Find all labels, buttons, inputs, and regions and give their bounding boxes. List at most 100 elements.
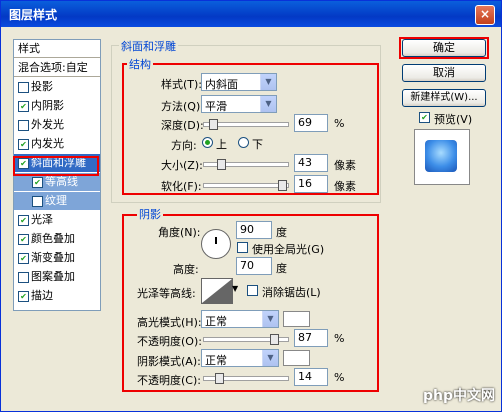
chevron-down-icon: ▼ — [260, 96, 276, 112]
direction-down-label: 下 — [252, 138, 263, 151]
style-list-item[interactable]: ✔ 渐变叠加 — [14, 249, 100, 267]
direction-label: 方向: — [171, 139, 197, 152]
style-enable-checkbox[interactable]: ✔ — [32, 177, 43, 188]
close-button[interactable]: × — [475, 5, 495, 25]
direction-down-radio[interactable] — [238, 137, 249, 148]
size-input[interactable]: 43 — [294, 154, 328, 172]
contour-curve-icon — [202, 279, 232, 303]
style-enable-checkbox[interactable] — [18, 120, 29, 131]
style-enable-checkbox[interactable]: ✔ — [18, 234, 29, 245]
soften-slider[interactable] — [203, 180, 289, 191]
direction-up-radio[interactable] — [202, 137, 213, 148]
depth-slider[interactable] — [203, 119, 289, 130]
method-select-value: 平滑 — [205, 100, 227, 113]
shadow-color-swatch[interactable] — [283, 350, 310, 366]
soften-label: 软化(F): — [161, 180, 202, 193]
style-list-item-label: 外发光 — [31, 118, 64, 131]
style-list-item[interactable]: 外发光 — [14, 116, 100, 134]
antialias-checkbox[interactable] — [247, 285, 258, 296]
style-list-item[interactable]: ✔ 颜色叠加 — [14, 230, 100, 248]
style-list-item[interactable]: ✔ 内发光 — [14, 135, 100, 153]
style-enable-checkbox[interactable] — [18, 272, 29, 283]
soften-slider-thumb[interactable] — [278, 180, 287, 191]
style-list-item-label: 渐变叠加 — [31, 251, 75, 264]
bevel-group-title: 斜面和浮雕 — [119, 38, 178, 54]
style-enable-checkbox[interactable]: ✔ — [18, 215, 29, 226]
global-light-checkbox[interactable] — [237, 242, 248, 253]
blending-options-item[interactable]: 混合选项:自定 — [14, 59, 100, 77]
ok-button[interactable]: 确定 — [402, 39, 486, 57]
style-list-item-label: 图案叠加 — [31, 270, 75, 283]
highlight-mode-value: 正常 — [205, 315, 227, 328]
preview-checkbox[interactable]: ✔ — [419, 112, 430, 123]
style-list-item-label: 描边 — [31, 289, 53, 302]
depth-unit: % — [334, 117, 345, 130]
method-label: 方法(Q): — [161, 100, 204, 113]
altitude-input[interactable]: 70 — [236, 257, 272, 275]
chevron-down-icon: ▼ — [260, 74, 276, 90]
style-enable-checkbox[interactable] — [18, 82, 29, 93]
soften-unit: 像素 — [334, 180, 356, 193]
shadow-opacity-unit: % — [334, 371, 345, 384]
style-list-item[interactable]: 投影 — [14, 78, 100, 96]
style-list-item[interactable]: ✔ 描边 — [14, 287, 100, 305]
chevron-down-icon: ▼ — [262, 311, 278, 327]
depth-label: 深度(D): — [161, 119, 204, 132]
highlight-mode-select[interactable]: 正常 ▼ — [201, 310, 279, 328]
styles-header[interactable]: 样式 — [14, 40, 100, 58]
selected-item-highlight — [13, 156, 99, 176]
antialias-label: 消除锯齿(L) — [262, 286, 321, 299]
size-slider-thumb[interactable] — [217, 159, 226, 170]
style-list-item-label: 内阴影 — [31, 99, 64, 112]
style-list-item-label: 纹理 — [45, 194, 67, 207]
style-list-item-label: 内发光 — [31, 137, 64, 150]
style-list-item[interactable]: ✔ 内阴影 — [14, 97, 100, 115]
new-style-button[interactable]: 新建样式(W)... — [402, 89, 486, 107]
soften-input[interactable]: 16 — [294, 175, 328, 193]
shadow-opacity-input[interactable]: 14 — [294, 368, 328, 386]
altitude-unit: 度 — [276, 262, 287, 275]
shadow-mode-label: 阴影模式(A): — [137, 355, 201, 368]
size-label: 大小(Z): — [161, 159, 203, 172]
gloss-contour-preview[interactable] — [201, 278, 233, 304]
highlight-color-swatch[interactable] — [283, 311, 310, 327]
highlight-opacity-input[interactable]: 87 — [294, 329, 328, 347]
title-bar: 图层样式 × — [1, 1, 501, 27]
shadow-mode-select[interactable]: 正常 ▼ — [201, 349, 279, 367]
size-slider[interactable] — [203, 159, 289, 170]
style-list-item[interactable]: 图案叠加 — [14, 268, 100, 286]
shadow-opacity-label: 不透明度(C): — [137, 374, 201, 387]
style-select[interactable]: 内斜面 ▼ — [201, 73, 277, 91]
shadow-opacity-thumb[interactable] — [215, 373, 224, 384]
angle-needle — [215, 237, 217, 244]
style-enable-checkbox[interactable]: ✔ — [18, 139, 29, 150]
style-list-item[interactable]: ✔ 光泽 — [14, 211, 100, 229]
highlight-opacity-thumb[interactable] — [270, 334, 279, 345]
global-light-label: 使用全局光(G) — [252, 243, 325, 256]
shading-title: 阴影 — [137, 206, 163, 222]
angle-dial[interactable] — [201, 229, 231, 259]
highlight-opacity-slider[interactable] — [203, 334, 289, 345]
contour-dropdown-arrow-icon[interactable]: ▼ — [232, 284, 238, 293]
style-enable-checkbox[interactable]: ✔ — [18, 291, 29, 302]
highlight-mode-label: 高光模式(H): — [137, 316, 202, 329]
method-select[interactable]: 平滑 ▼ — [201, 95, 277, 113]
altitude-label: 高度: — [173, 263, 199, 276]
depth-input[interactable]: 69 — [294, 114, 328, 132]
highlight-opacity-unit: % — [334, 332, 345, 345]
angle-input[interactable]: 90 — [236, 221, 272, 239]
cancel-button[interactable]: 取消 — [402, 64, 486, 82]
shadow-opacity-slider[interactable] — [203, 373, 289, 384]
style-enable-checkbox[interactable]: ✔ — [18, 253, 29, 264]
style-label: 样式(T): — [161, 78, 203, 91]
highlight-opacity-label: 不透明度(O): — [137, 335, 202, 348]
style-enable-checkbox[interactable] — [32, 196, 43, 207]
style-list-item-label: 颜色叠加 — [31, 232, 75, 245]
style-enable-checkbox[interactable]: ✔ — [18, 101, 29, 112]
layer-style-dialog: 图层样式 × 样式 混合选项:自定 投影 ✔ 内阴影 外发光 ✔ 内发光 ✔ 斜面和浮雕 ✔ 等高… — [0, 0, 502, 412]
depth-slider-thumb[interactable] — [209, 119, 218, 130]
style-list-item-label: 光泽 — [31, 213, 53, 226]
preview-label: 预览(V) — [434, 113, 473, 126]
style-list-item[interactable]: 纹理 — [14, 192, 100, 210]
gloss-contour-label: 光泽等高线: — [137, 287, 196, 300]
